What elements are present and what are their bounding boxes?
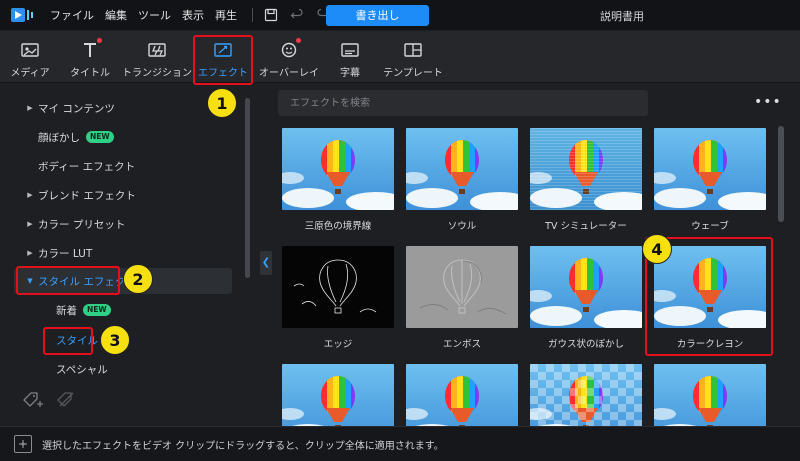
sidebar-item-body-effect[interactable]: ボディー エフェクト [38, 155, 135, 177]
effect-thumbnail[interactable] [406, 246, 518, 328]
remove-tag-icon[interactable] [56, 391, 78, 412]
effect-thumbnail[interactable] [530, 128, 642, 210]
menu-playback[interactable]: 再生 [215, 7, 237, 23]
tab-transition-label: トランジション [122, 68, 192, 79]
sidebar-item-label: 顔ぼかし [38, 131, 80, 144]
highlight-box-style [43, 327, 93, 355]
menu-view[interactable]: 表示 [182, 7, 204, 23]
tab-title-label: タイトル [70, 68, 110, 79]
sidebar-item-label: ブレンド エフェクト [38, 189, 136, 202]
sidebar-item-label: ボディー エフェクト [38, 160, 136, 173]
collapse-panel-button[interactable]: ❮ [260, 251, 272, 275]
app-logo-icon [10, 6, 36, 24]
sidebar-item-color-lut[interactable]: ▶ カラー LUT [22, 242, 92, 264]
effect-label: ウェーブ [691, 221, 729, 232]
tab-transition[interactable]: トランジション [122, 31, 192, 83]
sidebar-item-face-blur[interactable]: 顔ぼかし NEW [38, 126, 114, 148]
sidebar-item-label: スペシャル [56, 363, 108, 376]
expand-arrow-icon[interactable]: ▶ [22, 220, 38, 228]
menu-bar: ファイル 編集 ツール 表示 再生 書き出し 説明書用 [0, 0, 800, 30]
status-message: 選択したエフェクトをビデオ クリップにドラッグすると、クリップ全体に適用されます… [42, 440, 444, 452]
overlay-icon [278, 38, 301, 61]
sidebar-item-special[interactable]: スペシャル [56, 358, 108, 380]
tab-overlay[interactable]: オーバーレイ [258, 31, 320, 83]
tab-overlay-label: オーバーレイ [259, 68, 319, 79]
menu-divider [252, 8, 253, 22]
expand-arrow-icon[interactable]: ▶ [22, 104, 38, 112]
new-dot [97, 38, 102, 43]
effect-thumbnail[interactable] [282, 128, 394, 210]
effect-thumbnail[interactable] [282, 246, 394, 328]
media-room-tabs: メディア タイトル トランジション エフェクト オーバーレイ 字幕 テンプレート [0, 31, 800, 83]
effect-label: ソウル [447, 221, 477, 232]
menu-tools[interactable]: ツール [138, 7, 171, 23]
menu-file[interactable]: ファイル [50, 7, 94, 23]
new-badge: NEW [86, 131, 114, 143]
sidebar-scrollbar[interactable] [245, 98, 250, 278]
callout-badge: 4 [642, 234, 672, 264]
media-icon [19, 39, 41, 61]
effect-label: ガウス状のぼかし [547, 339, 624, 350]
callout-badge: 3 [100, 325, 130, 355]
sidebar-item-label: カラー プリセット [38, 218, 126, 231]
sidebar-item-new[interactable]: 新着 NEW [56, 299, 111, 321]
undo-icon[interactable] [287, 5, 307, 25]
effect-thumbnail[interactable] [406, 128, 518, 210]
highlight-box-effect-tab [193, 35, 253, 85]
effect-thumbnail[interactable] [654, 128, 766, 210]
new-badge: NEW [83, 304, 111, 316]
callout-badge: 1 [207, 88, 237, 118]
sidebar-item-blend-effect[interactable]: ▶ ブレンド エフェクト [22, 184, 136, 206]
add-tag-icon[interactable] [22, 391, 44, 412]
tab-title[interactable]: タイトル [64, 31, 116, 83]
search-input[interactable] [278, 90, 648, 116]
effect-label: TV シミュレーター [545, 221, 627, 232]
highlight-box-style-effect [16, 266, 120, 295]
sidebar-item-my-contents[interactable]: ▶ マイ コンテンツ [22, 97, 115, 119]
transition-icon [146, 39, 168, 61]
more-options-icon[interactable]: ••• [754, 94, 782, 110]
effect-label: エッジ [323, 339, 353, 350]
tab-subtitle-label: 字幕 [340, 68, 360, 79]
expand-arrow-icon[interactable]: ▶ [22, 249, 38, 257]
effect-label: エンボス [442, 339, 481, 350]
tab-template-label: テンプレート [383, 68, 443, 79]
expand-arrow-icon[interactable]: ▶ [22, 191, 38, 199]
new-dot [296, 38, 301, 43]
effect-thumbnail[interactable] [530, 246, 642, 328]
library-scrollbar[interactable] [778, 126, 784, 222]
menu-edit[interactable]: 編集 [105, 7, 127, 23]
tab-media-label: メディア [10, 68, 50, 79]
tag-tools [22, 391, 78, 412]
title-icon [79, 38, 102, 61]
effect-label: 三原色の境界線 [304, 221, 372, 232]
sidebar-item-label: マイ コンテンツ [38, 102, 115, 115]
save-icon[interactable] [261, 5, 281, 25]
tab-subtitle[interactable]: 字幕 [328, 31, 372, 83]
tab-template[interactable]: テンプレート [380, 31, 446, 83]
export-button[interactable]: 書き出し [326, 5, 429, 26]
sidebar-item-label: 新着 [56, 304, 77, 317]
callout-badge: 2 [123, 264, 153, 294]
effect-category-panel: ▶ マイ コンテンツ 顔ぼかし NEW ボディー エフェクト ▶ ブレンド エフ… [0, 84, 258, 421]
sidebar-item-color-preset[interactable]: ▶ カラー プリセット [22, 213, 125, 235]
tab-media[interactable]: メディア [4, 31, 56, 83]
template-icon [402, 39, 424, 61]
status-bar: 選択したエフェクトをビデオ クリップにドラッグすると、クリップ全体に適用されます… [0, 426, 800, 461]
hint-icon [14, 435, 32, 453]
sidebar-item-label: カラー LUT [38, 247, 93, 260]
project-title: 説明書用 [600, 10, 644, 23]
subtitle-icon [339, 39, 361, 61]
